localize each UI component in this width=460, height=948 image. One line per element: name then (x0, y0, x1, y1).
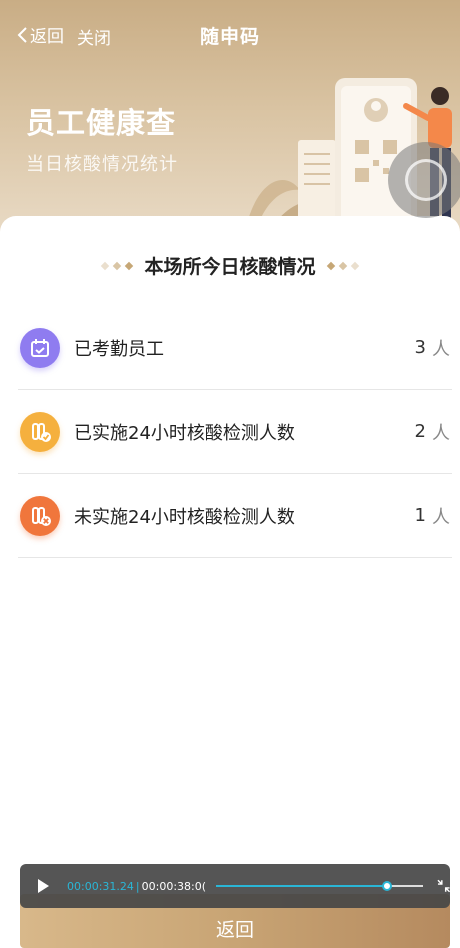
video-player-bar: 00:00:31.24 | 00:00:38:0( (20, 864, 450, 908)
decor-dots-right (326, 261, 359, 270)
hero-subtitle: 当日核酸情况统计 (26, 154, 178, 175)
collapse-icon[interactable] (436, 879, 451, 893)
header-banner: 返回 关闭 随申码 员工健康查 当日核酸情况统计 (0, 0, 460, 240)
section-header: 本场所今日核酸情况 (0, 252, 460, 279)
progress-slider[interactable] (216, 881, 423, 891)
diamond-icon (338, 261, 347, 270)
stat-label: 未实施24小时核酸检测人数 (74, 506, 295, 528)
stat-unit: 人 (432, 338, 450, 360)
stat-label: 已考勤员工 (74, 338, 164, 360)
diamond-icon (326, 261, 335, 270)
top-nav-bar: 返回 关闭 随申码 (0, 0, 460, 68)
hero-title: 员工健康查 (26, 106, 177, 140)
diamond-icon (101, 261, 110, 270)
stat-value: 2 (414, 421, 426, 442)
stat-value: 3 (414, 337, 426, 358)
stat-label: 已实施24小时核酸检测人数 (74, 422, 295, 444)
stat-row-attended[interactable]: 已考勤员工 3 人 (18, 306, 452, 390)
assist-touch-icon (405, 159, 447, 201)
stat-unit: 人 (432, 422, 450, 444)
diamond-icon (125, 261, 134, 270)
stat-row-untested[interactable]: 未实施24小时核酸检测人数 1 人 (18, 474, 452, 558)
diamond-icon (113, 261, 122, 270)
stat-list: 已考勤员工 3 人 已实施24小时核酸检测人数 2 人 未实施24小时核酸检测人… (18, 306, 452, 558)
play-icon[interactable] (38, 879, 49, 893)
floating-assist-button[interactable] (388, 142, 460, 218)
progress-fill (216, 885, 388, 887)
time-separator: | (135, 879, 140, 893)
calendar-check-icon (20, 327, 60, 368)
current-time: 00:00:31.24 (67, 879, 134, 893)
test-tube-check-icon (20, 411, 60, 452)
total-time: 00:00:38:0( (141, 879, 207, 893)
section-title: 本场所今日核酸情况 (144, 256, 316, 278)
stat-unit: 人 (432, 506, 450, 528)
test-tube-cross-icon (20, 495, 60, 536)
page-title: 随申码 (199, 26, 260, 48)
stats-card: 本场所今日核酸情况 已考勤员工 3 人 已实施24小时核酸检测人数 2 人 未实… (0, 216, 460, 948)
stat-value: 1 (414, 505, 426, 526)
progress-knob[interactable] (382, 881, 393, 891)
stat-row-tested[interactable]: 已实施24小时核酸检测人数 2 人 (18, 390, 452, 474)
decor-dots-left (101, 261, 134, 270)
diamond-icon (350, 261, 359, 270)
